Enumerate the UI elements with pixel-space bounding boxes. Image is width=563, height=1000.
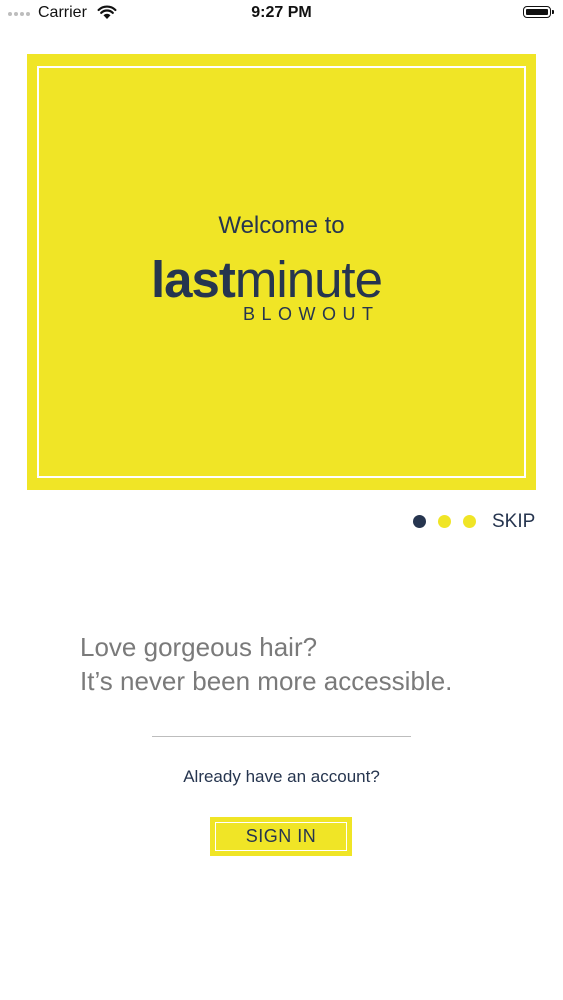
lastminute-blowout-logo: lastminute BLOWOUT [151,250,413,330]
logo-word-minute: minute [234,251,383,308]
sign-in-button[interactable]: SIGN IN [210,817,352,856]
battery-icon [523,6,554,18]
divider [152,736,411,737]
page-dot[interactable] [413,515,426,528]
logo-word-last: last [151,251,236,308]
page-dot[interactable] [463,515,476,528]
welcome-hero-card: Welcome to lastminute BLOWOUT [27,54,536,490]
sign-in-label: SIGN IN [215,822,347,851]
page-indicator [413,515,476,528]
page-dot[interactable] [438,515,451,528]
already-have-account-text: Already have an account? [183,767,380,786]
clock: 9:27 PM [251,4,312,21]
status-bar: Carrier 9:27 PM [0,0,563,28]
logo-subtitle: BLOWOUT [243,304,380,324]
tagline-line-2: It’s never been more accessible. [80,666,453,696]
skip-button[interactable]: SKIP [492,511,535,533]
welcome-text: Welcome to [218,212,345,239]
tagline: Love gorgeous hair? It’s never been more… [80,630,520,698]
tagline-line-1: Love gorgeous hair? [80,632,318,662]
